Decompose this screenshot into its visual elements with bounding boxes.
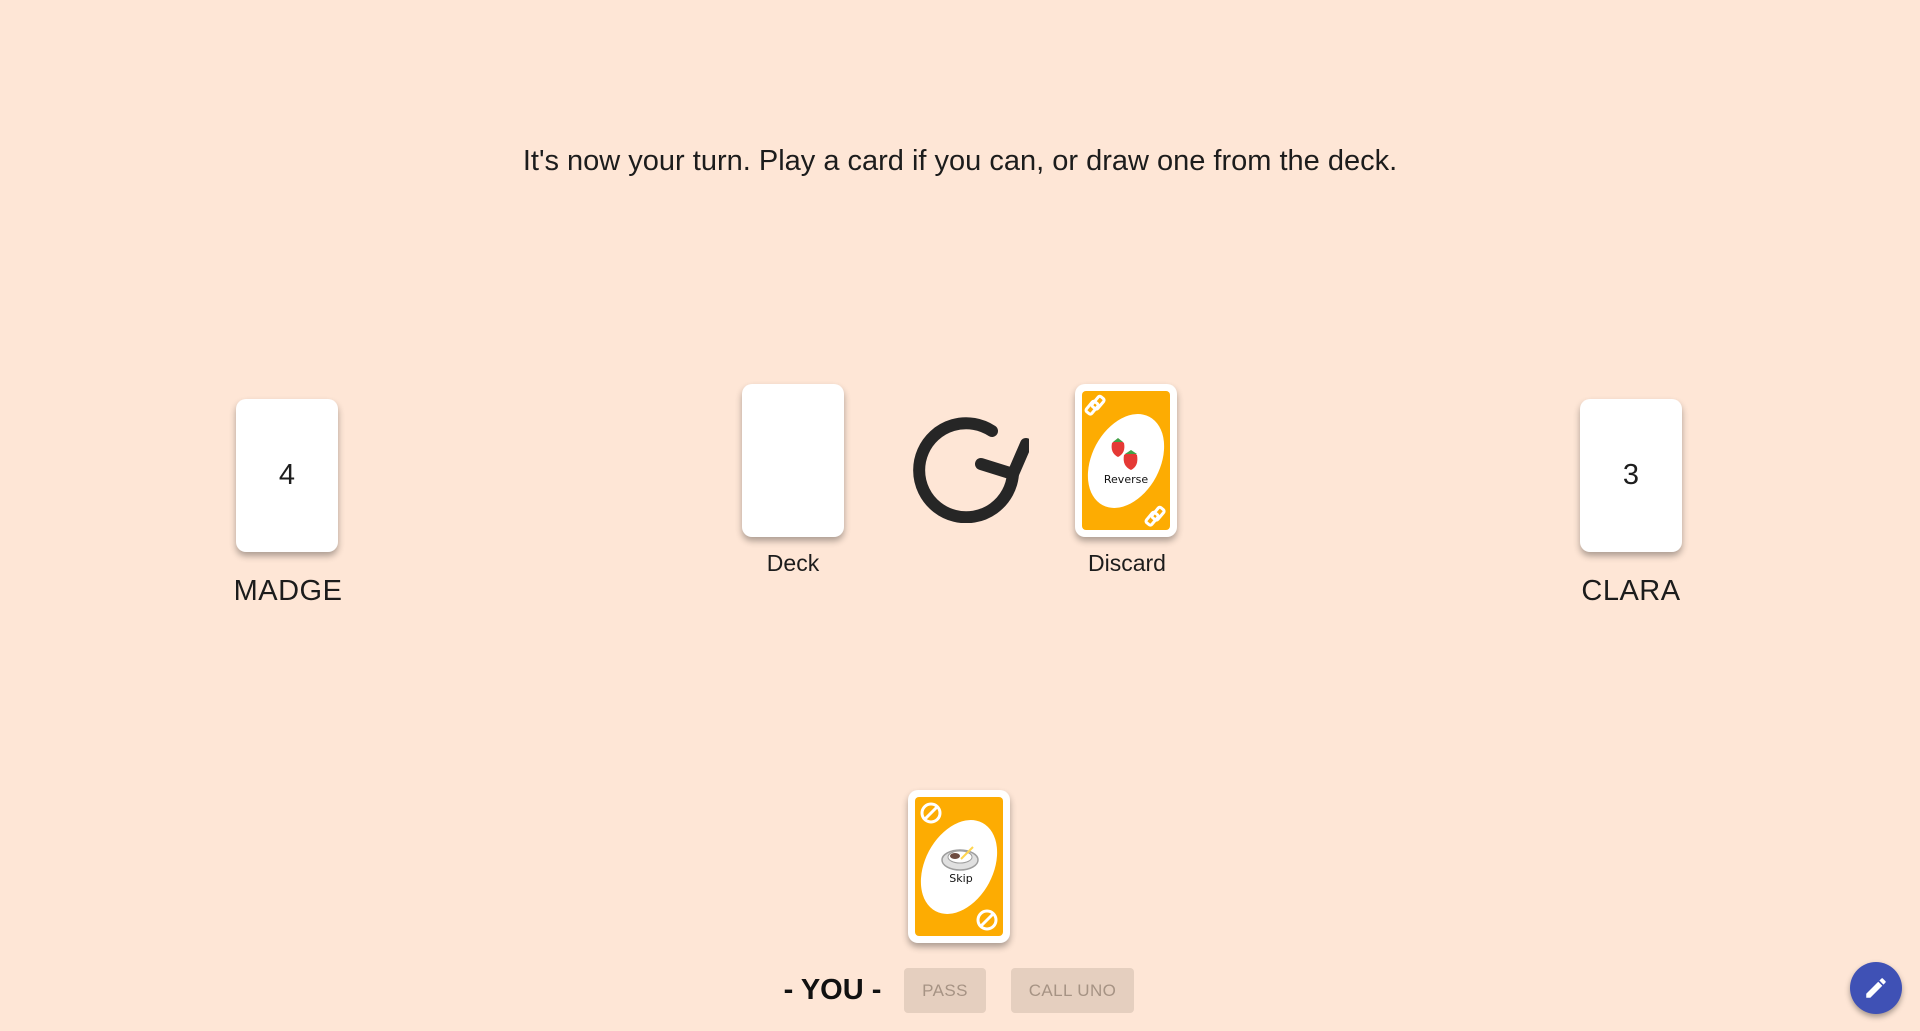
reverse-card-art: Reverse <box>1082 391 1170 530</box>
card-face: Skip <box>915 797 1003 936</box>
card-count: 4 <box>278 459 296 491</box>
opponent-name-madge: MADGE <box>233 575 343 607</box>
opponent-name-clara: CLARA <box>1581 575 1681 607</box>
discard-label: Discard <box>1088 550 1166 576</box>
card-label: Skip <box>949 872 972 885</box>
call-uno-button[interactable]: CALL UNO <box>1011 968 1134 1013</box>
pencil-icon <box>1866 978 1886 998</box>
hand-card[interactable]: Skip <box>908 790 1010 943</box>
card-label: Reverse <box>1104 473 1148 486</box>
card-count: 3 <box>1622 459 1640 491</box>
deck-label: Deck <box>766 550 820 576</box>
clockwise-arrow-icon <box>903 408 1032 524</box>
opponent-hand-madge: 4 <box>236 399 338 552</box>
card-face: Reverse <box>1082 391 1170 530</box>
pass-button[interactable]: PASS <box>904 968 986 1013</box>
edit-fab-button[interactable] <box>1850 962 1902 1014</box>
draw-deck[interactable] <box>742 384 844 537</box>
opponent-hand-clara: 3 <box>1580 399 1682 552</box>
player-name-you: - YOU - <box>783 974 882 1006</box>
skip-card-art: Skip <box>915 797 1003 936</box>
game-table: It's now your turn. Play a card if you c… <box>0 0 1920 1031</box>
turn-status-message: It's now your turn. Play a card if you c… <box>522 145 1398 177</box>
discard-pile-top-card: Reverse <box>1075 384 1177 537</box>
